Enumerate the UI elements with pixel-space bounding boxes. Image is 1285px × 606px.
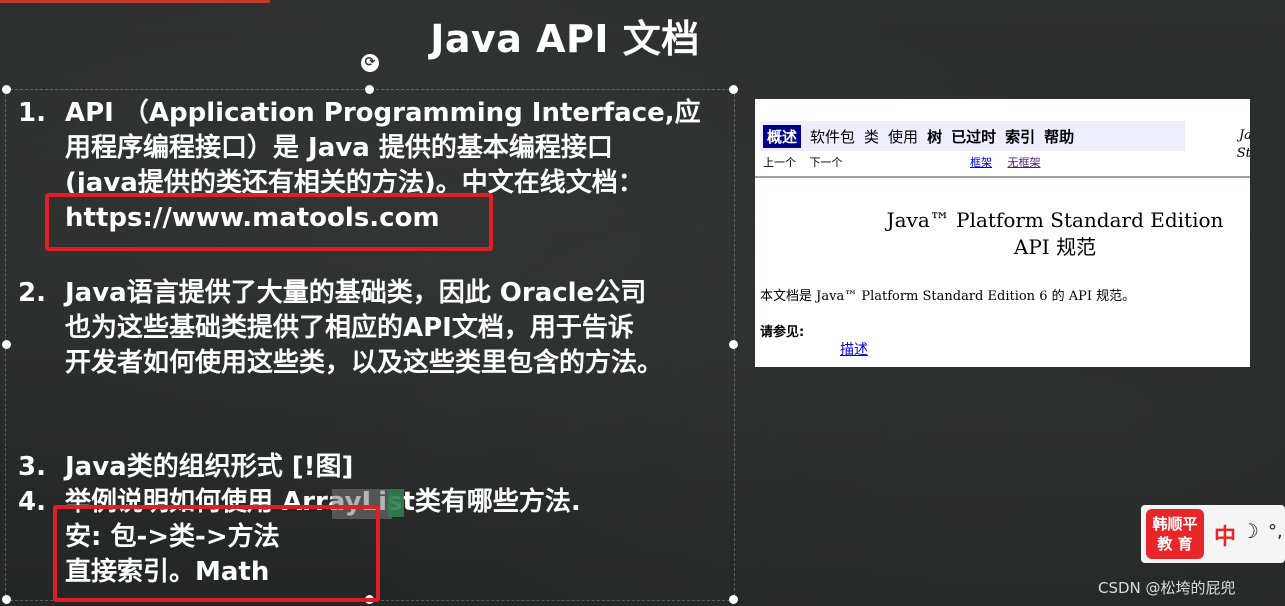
subnav-prev[interactable]: 上一个 — [763, 156, 796, 169]
highlight-box-url — [45, 193, 493, 251]
text-cursor-marker — [388, 489, 404, 517]
list-text-line: Java类的组织形式 [!图] — [65, 452, 354, 482]
list-item: 2. Java语言提供了大量的基础类，因此 Oracle公司 也为这些基础类提供… — [18, 276, 663, 381]
nav-tree[interactable]: 树 — [927, 126, 942, 147]
brand-badge: 韩顺平 教 育 中 ☽ °, — [1141, 505, 1285, 563]
list-text-line: API （Application Programming Interface,应 — [65, 98, 701, 128]
api-see-also-label: 请参见: — [760, 325, 805, 340]
list-item: 3. Java类的组织形式 [!图] — [18, 450, 353, 485]
resize-handle-ml[interactable] — [2, 340, 11, 349]
punctuation-icon: °, — [1268, 521, 1283, 542]
list-number: 3. — [18, 452, 46, 482]
nav-class[interactable]: 类 — [864, 126, 879, 147]
list-text-line: Java语言提供了大量的基础类，因此 Oracle公司 — [65, 278, 647, 308]
link-no-frames[interactable]: 无框架 — [1008, 156, 1041, 169]
api-doc-description: 本文档是 Java™ Platform Standard Edition 6 的… — [760, 289, 1136, 304]
rotate-handle-icon[interactable]: ⟳ — [361, 54, 379, 72]
api-navbar: 概述 软件包 类 使用 树 已过时 索引 帮助 — [760, 121, 1185, 151]
list-text-line: 开发者如何使用这些类，以及这些类里包含的方法。 — [65, 348, 664, 378]
api-divider — [755, 176, 1250, 178]
nav-overview[interactable]: 概述 — [763, 125, 802, 148]
list-text-line: 也为这些基础类提供了相应的API文档，用于告诉 — [65, 313, 634, 343]
resize-handle-tl[interactable] — [2, 85, 11, 94]
api-see-also-link[interactable]: 描述 — [840, 339, 868, 359]
nav-deprecated[interactable]: 已过时 — [951, 126, 996, 147]
api-side-label: Java Stan — [1236, 128, 1250, 161]
list-number: 2. — [18, 278, 46, 308]
moon-icon: ☽ — [1241, 519, 1259, 543]
api-frames-links: 框架 无框架 — [970, 154, 1053, 170]
resize-handle-tm[interactable] — [365, 85, 374, 94]
top-accent-bar — [0, 0, 270, 3]
slide-title: Java API 文档 — [430, 17, 700, 61]
nav-use[interactable]: 使用 — [888, 126, 918, 147]
resize-handle-tr[interactable] — [729, 85, 738, 94]
list-text-line: 用程序编程接口）是 Java 提供的基本编程接口 — [65, 133, 613, 163]
subnav-next[interactable]: 下一个 — [810, 156, 843, 169]
ime-chinese-indicator[interactable]: 中 — [1214, 519, 1236, 551]
highlight-box-example — [53, 505, 380, 602]
api-subnav: 上一个 下一个 — [763, 154, 853, 170]
nav-index[interactable]: 索引 — [1005, 126, 1035, 147]
link-frames[interactable]: 框架 — [970, 156, 992, 169]
csdn-watermark: CSDN @松垮的屁兜 — [1098, 579, 1236, 597]
list-number: 1. — [18, 98, 46, 128]
resize-handle-br[interactable] — [729, 595, 738, 604]
resize-handle-mr[interactable] — [729, 340, 738, 349]
api-doc-title: Java™ Platform Standard Edition API 规范 — [886, 208, 1224, 259]
resize-handle-bl[interactable] — [2, 595, 11, 604]
nav-help[interactable]: 帮助 — [1044, 126, 1074, 147]
nav-package[interactable]: 软件包 — [810, 126, 855, 147]
api-doc-screenshot: 概述 软件包 类 使用 树 已过时 索引 帮助 Java Stan 上一个 下一… — [755, 99, 1250, 367]
brand-logo: 韩顺平 教 育 — [1146, 509, 1204, 559]
